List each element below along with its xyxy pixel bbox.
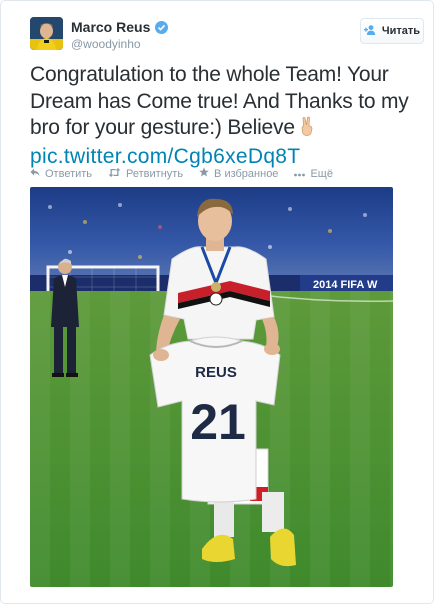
follow-label: Читать — [381, 25, 421, 37]
tweet-photo[interactable]: 2014 FIFA W REUS 21 — [30, 187, 393, 587]
retweet-label: Ретвитнуть — [126, 167, 184, 180]
verified-badge-icon — [155, 20, 169, 34]
jersey-number: 21 — [190, 394, 246, 450]
follow-button[interactable]: Читать — [360, 18, 424, 44]
more-action[interactable]: Ещё — [294, 168, 333, 180]
jersey-name: REUS — [195, 364, 237, 381]
retweet-action[interactable]: Ретвитнуть — [108, 167, 184, 180]
tweet-actions: Ответить Ретвитнуть В избранное Ещё — [30, 167, 349, 180]
tweet-text-line-3: bro for your gesture:) Believe — [30, 116, 295, 139]
favorite-label: В избранное — [214, 167, 279, 180]
avatar[interactable] — [30, 17, 63, 50]
favorite-action[interactable]: В избранное — [199, 167, 278, 180]
reply-action[interactable]: Ответить — [30, 168, 92, 180]
tweet-text-line-2: Dream has Come true! And Thanks to my — [30, 89, 409, 113]
tweet-text-line-1: Congratulation to the whole Team! Your — [30, 63, 389, 86]
user-name-row: Marco Reus — [71, 19, 169, 35]
ad-board-text: 2014 FIFA W — [313, 279, 378, 291]
tweet-text: Congratulation to the whole Team! Your D… — [30, 62, 428, 170]
user-name[interactable]: Marco Reus — [71, 19, 150, 35]
star-icon — [199, 167, 209, 180]
tweet-photo-link[interactable]: pic.twitter.com/Cgb6xeDq8T — [30, 145, 300, 168]
more-label: Ещё — [310, 167, 333, 180]
reply-icon — [30, 168, 40, 180]
retweet-icon — [108, 167, 121, 180]
photo-image: 2014 FIFA W REUS 21 — [30, 187, 393, 587]
avatar-image — [30, 17, 63, 50]
tweet-card: Marco Reus @woodyinho Читать Congratulat… — [0, 0, 434, 604]
more-icon — [294, 168, 306, 180]
follow-person-icon — [363, 22, 377, 40]
user-handle[interactable]: @woodyinho — [71, 37, 141, 51]
reply-label: Ответить — [45, 167, 93, 180]
victory-hand-icon — [299, 116, 315, 144]
